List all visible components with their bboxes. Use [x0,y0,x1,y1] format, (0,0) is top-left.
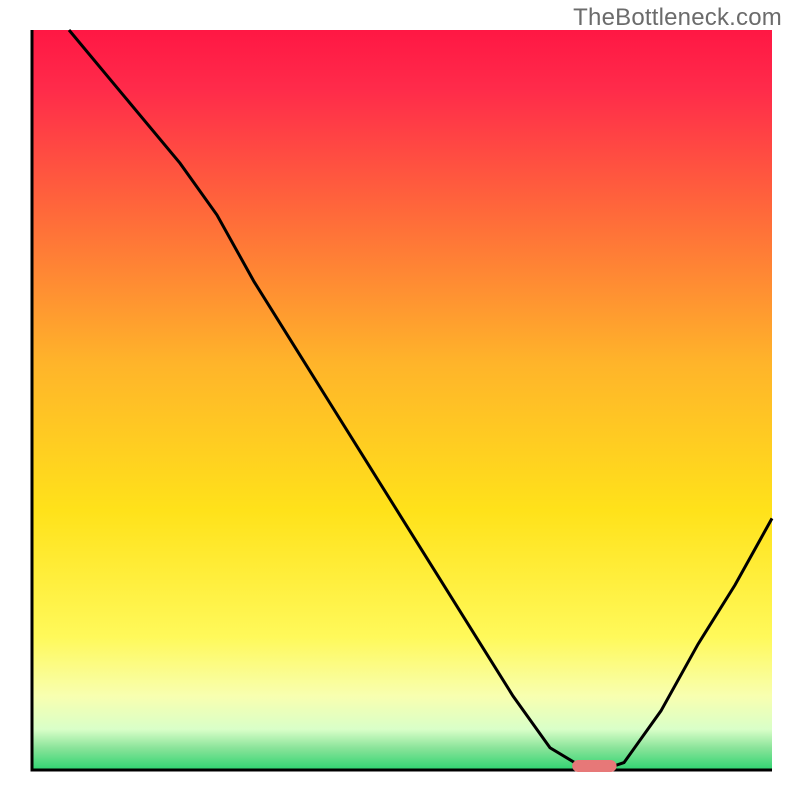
watermark-text: TheBottleneck.com [573,4,782,32]
plot-svg [0,0,800,800]
bottleneck-chart: TheBottleneck.com [0,0,800,800]
gradient-background [32,30,772,770]
optimal-marker [572,760,616,772]
